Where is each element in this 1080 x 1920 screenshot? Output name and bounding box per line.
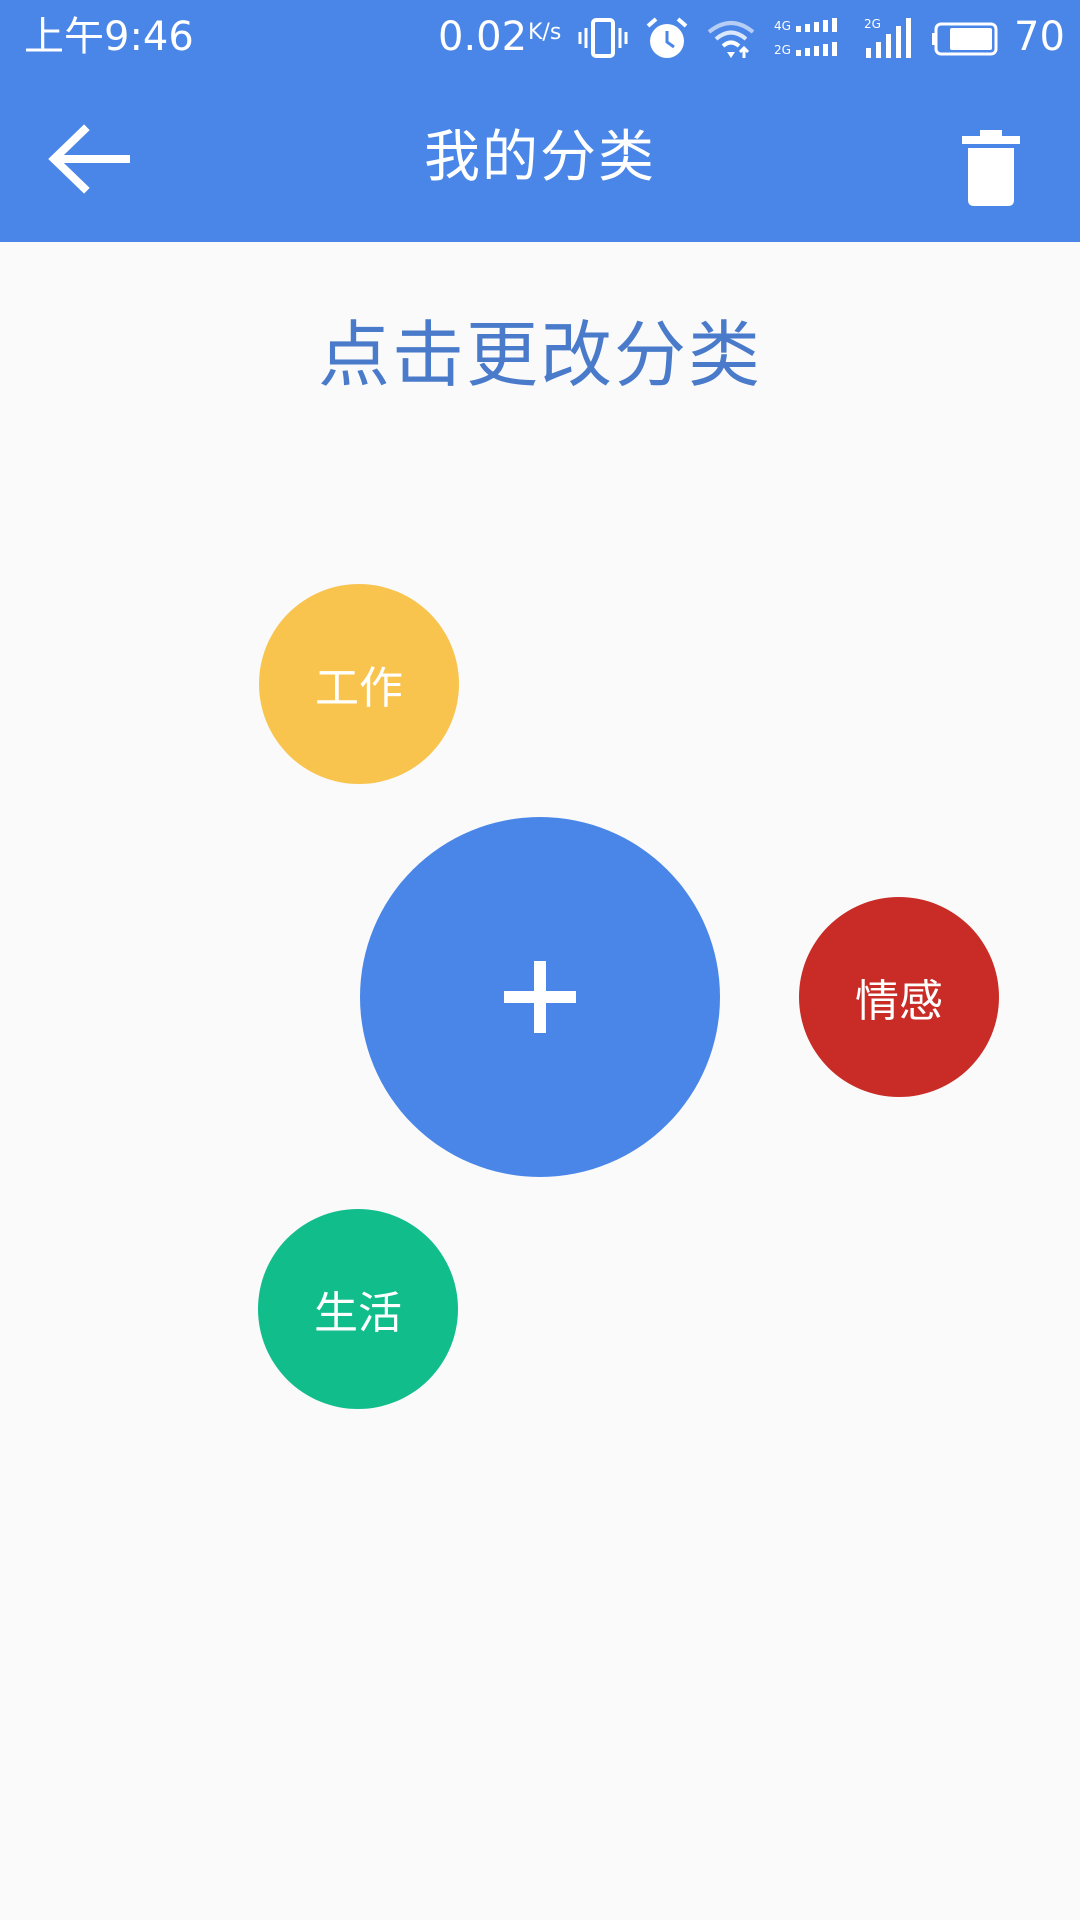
add-category-button[interactable]	[360, 817, 720, 1177]
battery-icon	[932, 22, 998, 56]
signal-4g-icon: 4G 2G	[774, 18, 837, 57]
category-label: 情感	[855, 976, 943, 1027]
delete-button[interactable]	[946, 114, 1036, 214]
network-speed: 0.02	[438, 14, 528, 60]
status-time: 上午9:46	[24, 14, 194, 60]
plus-icon	[504, 961, 576, 1033]
wifi-icon	[707, 21, 755, 58]
alarm-icon	[646, 17, 688, 58]
status-bar: 上午9:46 0.02 K/s 4G 2G 2G 70	[0, 0, 1080, 74]
svg-text:4G: 4G	[774, 19, 791, 33]
app-bar: 我的分类	[0, 74, 1080, 242]
svg-text:2G: 2G	[774, 43, 791, 57]
category-work-button[interactable]: 工作	[259, 584, 459, 784]
vibrate-icon	[578, 18, 628, 58]
category-label: 生活	[314, 1288, 402, 1339]
network-speed-unit: K/s	[528, 20, 562, 45]
signal-2g-icon: 2G	[864, 17, 911, 58]
hint-text: 点击更改分类	[317, 313, 762, 397]
arrow-left-icon	[48, 124, 130, 194]
trash-icon	[962, 130, 1020, 206]
battery-level: 70	[1014, 14, 1065, 60]
category-emotion-button[interactable]: 情感	[799, 897, 999, 1097]
back-button[interactable]	[40, 114, 140, 204]
category-life-button[interactable]: 生活	[258, 1209, 458, 1409]
page-title: 我的分类	[424, 125, 656, 190]
svg-text:2G: 2G	[864, 17, 881, 31]
category-label: 工作	[315, 663, 403, 714]
